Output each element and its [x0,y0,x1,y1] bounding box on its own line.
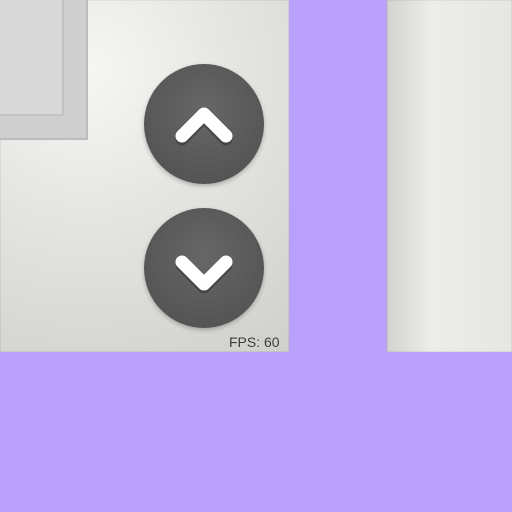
chevron-down-icon [175,255,233,294]
fps-counter: FPS: 60 [229,334,280,350]
game-panel-right [387,0,512,352]
scroll-up-button[interactable] [144,64,264,184]
chevron-up-icon [175,107,233,146]
game-panel-left: FPS: 60 [0,0,289,352]
display-frame [0,0,88,140]
display-screen [0,0,64,116]
scroll-down-button[interactable] [144,208,264,328]
